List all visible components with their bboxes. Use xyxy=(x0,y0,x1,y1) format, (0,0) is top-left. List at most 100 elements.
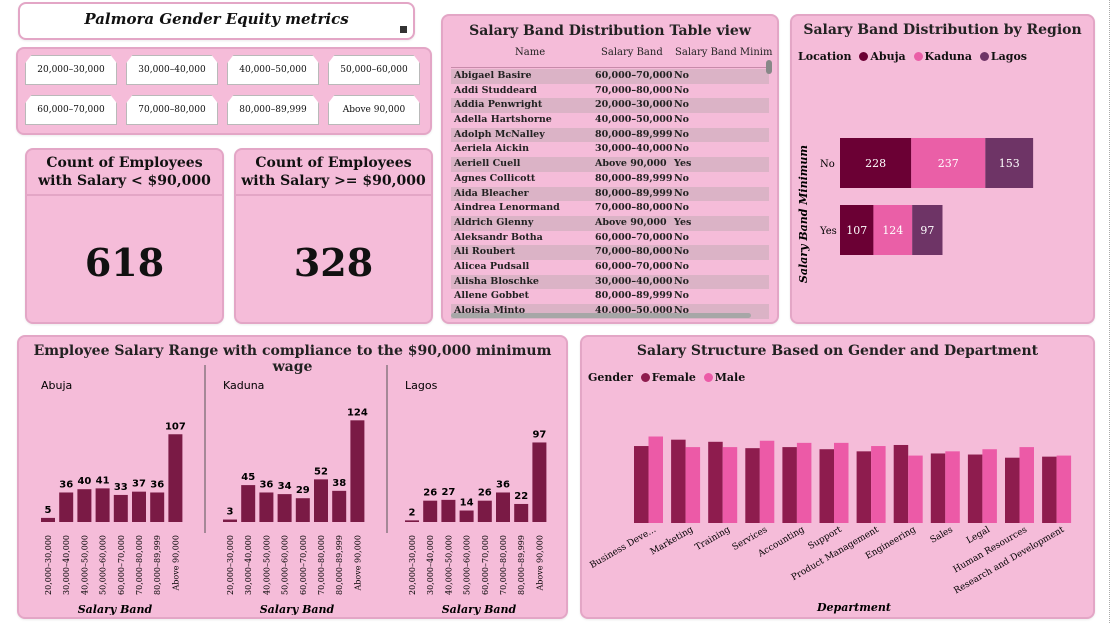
table-row[interactable]: Adolph McNalley 80,000–89,999 No xyxy=(451,127,769,143)
region-category-label: No xyxy=(820,159,835,170)
table-row[interactable]: Alisha Bloschke 30,000–40,000 No xyxy=(451,274,769,290)
range-bar[interactable] xyxy=(477,500,492,522)
table-row[interactable]: Agnes Collicott 80,000–89,999 No xyxy=(451,172,769,187)
region-y-axis-label: Salary Band Minimum xyxy=(797,145,810,283)
table-row[interactable]: Aldrich Glenny Above 90,000 Yes xyxy=(451,215,769,231)
legend-item-male[interactable]: Male xyxy=(715,371,745,384)
range-bar[interactable] xyxy=(277,494,292,522)
table-row[interactable]: Addi Studdeard 70,000–80,000 No xyxy=(451,84,769,99)
range-bar[interactable] xyxy=(150,492,165,522)
slicer-band-6[interactable]: 70,000–80,000 xyxy=(126,95,218,125)
resize-handle-icon[interactable] xyxy=(400,26,407,33)
slicer-band-5[interactable]: 60,000–70,000 xyxy=(25,95,117,125)
cell-name: Adella Hartshorne xyxy=(454,114,552,126)
table-row[interactable]: Adella Hartshorne 40,000–50,000 No xyxy=(451,113,769,128)
table-horizontal-scrollbar[interactable] xyxy=(451,313,751,318)
range-bar[interactable] xyxy=(168,434,183,522)
column-header-salary-band[interactable]: Salary Band xyxy=(601,47,663,58)
gender-bar-female[interactable] xyxy=(819,449,835,523)
gender-bar-female[interactable] xyxy=(893,444,909,523)
range-bar[interactable] xyxy=(295,498,310,522)
gender-bar-male[interactable] xyxy=(685,447,701,523)
table-row[interactable]: Aida Bleacher 80,000–89,999 No xyxy=(451,186,769,202)
cell-salary-band: 30,000–40,000 xyxy=(595,275,673,287)
range-bar[interactable] xyxy=(496,492,510,522)
cell-salary-band: 80,000–89,999 xyxy=(595,290,673,302)
slicer-band-2[interactable]: 30,000–40,000 xyxy=(126,55,218,85)
range-bar[interactable] xyxy=(241,485,256,522)
table-row[interactable]: Addia Penwright 20,000–30,000 No xyxy=(451,98,769,114)
gender-bar-male[interactable] xyxy=(871,446,886,523)
range-bar[interactable] xyxy=(223,519,237,522)
cell-salary-band: Above 90,000 xyxy=(595,158,667,170)
column-header-minimum[interactable]: Salary Band Minim xyxy=(675,47,772,58)
range-bar[interactable] xyxy=(441,499,456,522)
range-bar-data-label: 38 xyxy=(332,478,346,489)
range-x-tick-label: 70,000–80,000 xyxy=(317,535,326,595)
range-bar[interactable] xyxy=(59,492,74,522)
range-bar[interactable] xyxy=(77,489,92,522)
table-row[interactable]: Alicea Pudsall 60,000–70,000 No xyxy=(451,260,769,275)
gender-bar-female[interactable] xyxy=(1005,457,1020,523)
table-row[interactable]: Ali Roubert 70,000–80,000 No xyxy=(451,245,769,260)
gender-bar-male[interactable] xyxy=(648,436,664,524)
gender-bar-female[interactable] xyxy=(1042,456,1057,523)
gender-bar-female[interactable] xyxy=(967,454,983,523)
legend-item-lagos[interactable]: Lagos xyxy=(991,50,1027,63)
range-bar[interactable] xyxy=(532,442,547,522)
table-row[interactable]: Allene Gobbet 80,000–89,999 No xyxy=(451,289,769,304)
range-bar[interactable] xyxy=(459,510,474,522)
table-row[interactable]: Aleksandr Botha 60,000–70,000 No xyxy=(451,231,769,246)
table-row[interactable]: Abigael Basire 60,000–70,000 No xyxy=(451,69,769,84)
legend-item-kaduna[interactable]: Kaduna xyxy=(925,50,973,63)
slicer-band-7[interactable]: 80,000–89,999 xyxy=(227,95,319,125)
legend-item-female[interactable]: Female xyxy=(652,371,696,384)
range-bar-data-label: 5 xyxy=(45,505,52,516)
gender-bar-male[interactable] xyxy=(945,451,960,523)
gender-bar-female[interactable] xyxy=(782,447,797,523)
table-row[interactable]: Aeriell Cuell Above 90,000 Yes xyxy=(451,157,769,172)
range-bar[interactable] xyxy=(314,479,328,522)
range-bar[interactable] xyxy=(259,492,274,522)
gender-bar-male[interactable] xyxy=(908,455,923,523)
range-bar-data-label: 36 xyxy=(150,479,164,490)
range-bar[interactable] xyxy=(132,491,146,522)
gender-bar-female[interactable] xyxy=(671,439,686,523)
legend-item-abuja[interactable]: Abuja xyxy=(870,50,905,63)
cell-minimum: No xyxy=(674,187,690,199)
gender-bar-female[interactable] xyxy=(930,453,946,523)
gender-bar-female[interactable] xyxy=(708,441,723,523)
gender-bar-male[interactable] xyxy=(1056,455,1072,523)
column-header-name[interactable]: Name xyxy=(515,47,545,58)
gender-bar-male[interactable] xyxy=(982,449,997,523)
range-bar[interactable] xyxy=(514,503,529,522)
table-row[interactable]: Aindrea Lenormand 70,000–80,000 No xyxy=(451,201,769,216)
gender-bar-male[interactable] xyxy=(834,442,849,523)
range-bar[interactable] xyxy=(423,500,438,522)
gender-bar-male[interactable] xyxy=(1019,447,1035,523)
gender-bar-female[interactable] xyxy=(745,448,760,523)
table-vertical-scrollbar[interactable] xyxy=(766,48,772,320)
gender-bar-female[interactable] xyxy=(634,446,649,523)
slicer-band-3[interactable]: 40,000–50,000 xyxy=(227,55,319,85)
range-bar[interactable] xyxy=(113,494,128,522)
gender-bar-male[interactable] xyxy=(722,447,738,523)
legend-dot-icon xyxy=(913,52,923,61)
range-bar[interactable] xyxy=(41,517,55,522)
range-bar[interactable] xyxy=(405,520,419,522)
slicer-band-4[interactable]: 50,000–60,000 xyxy=(328,55,420,85)
gender-bar-male[interactable] xyxy=(759,440,775,523)
cell-salary-band: 60,000–70,000 xyxy=(595,70,673,81)
range-bar[interactable] xyxy=(95,488,110,522)
range-bar[interactable] xyxy=(332,490,347,522)
cell-name: Alicea Pudsall xyxy=(454,260,530,272)
slicer-band-8[interactable]: Above 90,000 xyxy=(328,95,420,125)
range-bar[interactable] xyxy=(350,420,365,522)
cell-salary-band: 80,000–89,999 xyxy=(595,187,673,199)
salary-range-chart-panel: Employee Salary Range with compliance to… xyxy=(17,335,568,619)
gender-bar-female[interactable] xyxy=(856,451,872,523)
table-row[interactable]: Aeriela Aickin 30,000–40,000 No xyxy=(451,142,769,157)
slicer-band-1[interactable]: 20,000–30,000 xyxy=(25,55,117,85)
gender-bar-male[interactable] xyxy=(796,442,812,523)
region-bar-data-label: 153 xyxy=(999,157,1020,170)
